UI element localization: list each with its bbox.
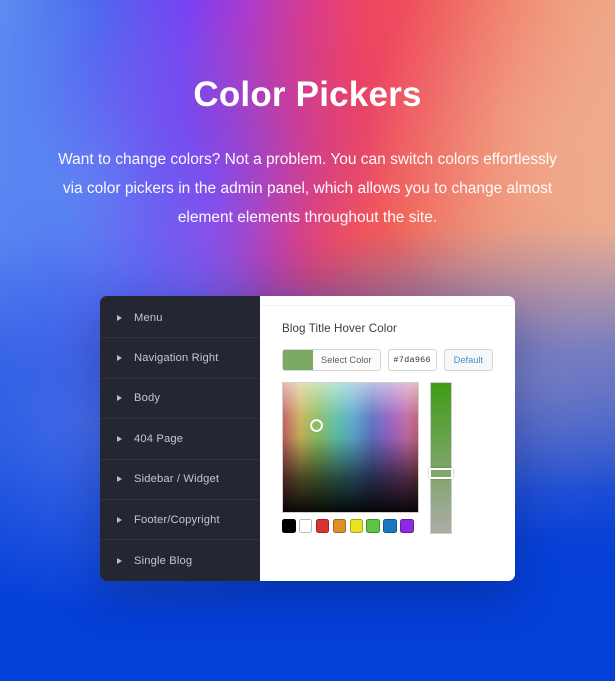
caret-right-icon: [117, 435, 122, 442]
sidebar-item-label: Footer/Copyright: [134, 513, 220, 526]
sidebar-item-sidebar-widget[interactable]: Sidebar / Widget: [100, 460, 260, 500]
caret-right-icon: [117, 476, 122, 483]
panel-content: Blog Title Hover Color Select Color #7da…: [260, 296, 515, 581]
preset-swatch-red[interactable]: [315, 519, 330, 533]
preset-swatch-purple[interactable]: [400, 519, 414, 533]
preset-swatch-black[interactable]: [282, 519, 296, 533]
preset-swatch-orange[interactable]: [332, 519, 347, 533]
default-button[interactable]: Default: [443, 349, 494, 371]
sidebar-item-menu[interactable]: Menu: [100, 298, 260, 339]
caret-right-icon: [117, 395, 122, 402]
alpha-slider[interactable]: [429, 382, 453, 534]
caret-right-icon: [117, 516, 122, 523]
caret-right-icon: [117, 557, 122, 564]
hex-value-input[interactable]: #7da966: [387, 349, 437, 371]
color-field-label: Blog Title Hover Color: [282, 322, 397, 335]
sidebar-item-footer-copyright[interactable]: Footer/Copyright: [100, 500, 260, 541]
sidebar-item-label: Body: [134, 392, 161, 405]
picker-cursor-icon[interactable]: [310, 419, 324, 433]
select-color-group[interactable]: Select Color: [282, 349, 381, 371]
color-control-row: Select Color #7da966 Default: [282, 349, 515, 371]
page-subtitle: Want to change colors? Not a problem. Yo…: [58, 151, 557, 226]
saturation-value-area[interactable]: [282, 382, 419, 513]
color-picker: [282, 382, 470, 534]
sidebar-item-label: Menu: [134, 311, 163, 324]
sidebar-item-body[interactable]: Body: [100, 379, 260, 420]
caret-right-icon: [117, 355, 122, 362]
sidebar-item-label: Sidebar / Widget: [134, 473, 220, 486]
page-root: Color Pickers Want to change colors? Not…: [0, 0, 615, 681]
preset-swatch-blue[interactable]: [383, 519, 397, 533]
sidebar-item-404-page[interactable]: 404 Page: [100, 419, 260, 460]
panel-sidebar: Menu Navigation Right Body 404 Page Side…: [100, 296, 260, 581]
current-color-swatch[interactable]: [283, 350, 313, 370]
preset-swatch-green[interactable]: [366, 519, 380, 533]
preset-swatch-white[interactable]: [298, 519, 313, 533]
sidebar-item-navigation-right[interactable]: Navigation Right: [100, 338, 260, 379]
page-title: Color Pickers: [193, 75, 422, 114]
alpha-slider-handle[interactable]: [429, 467, 453, 479]
picker-left-column: [282, 382, 419, 534]
sidebar-item-single-blog[interactable]: Single Blog: [100, 540, 260, 580]
admin-panel: Menu Navigation Right Body 404 Page Side…: [100, 296, 515, 581]
preset-swatch-row: [282, 519, 419, 533]
sidebar-item-label: 404 Page: [134, 432, 184, 445]
select-color-button[interactable]: Select Color: [313, 350, 380, 370]
preset-swatch-yellow[interactable]: [349, 519, 364, 533]
caret-right-icon: [117, 314, 122, 321]
sidebar-item-label: Single Blog: [134, 554, 193, 567]
hero-section: Color Pickers Want to change colors? Not…: [0, 0, 615, 232]
sidebar-item-label: Navigation Right: [134, 352, 219, 365]
